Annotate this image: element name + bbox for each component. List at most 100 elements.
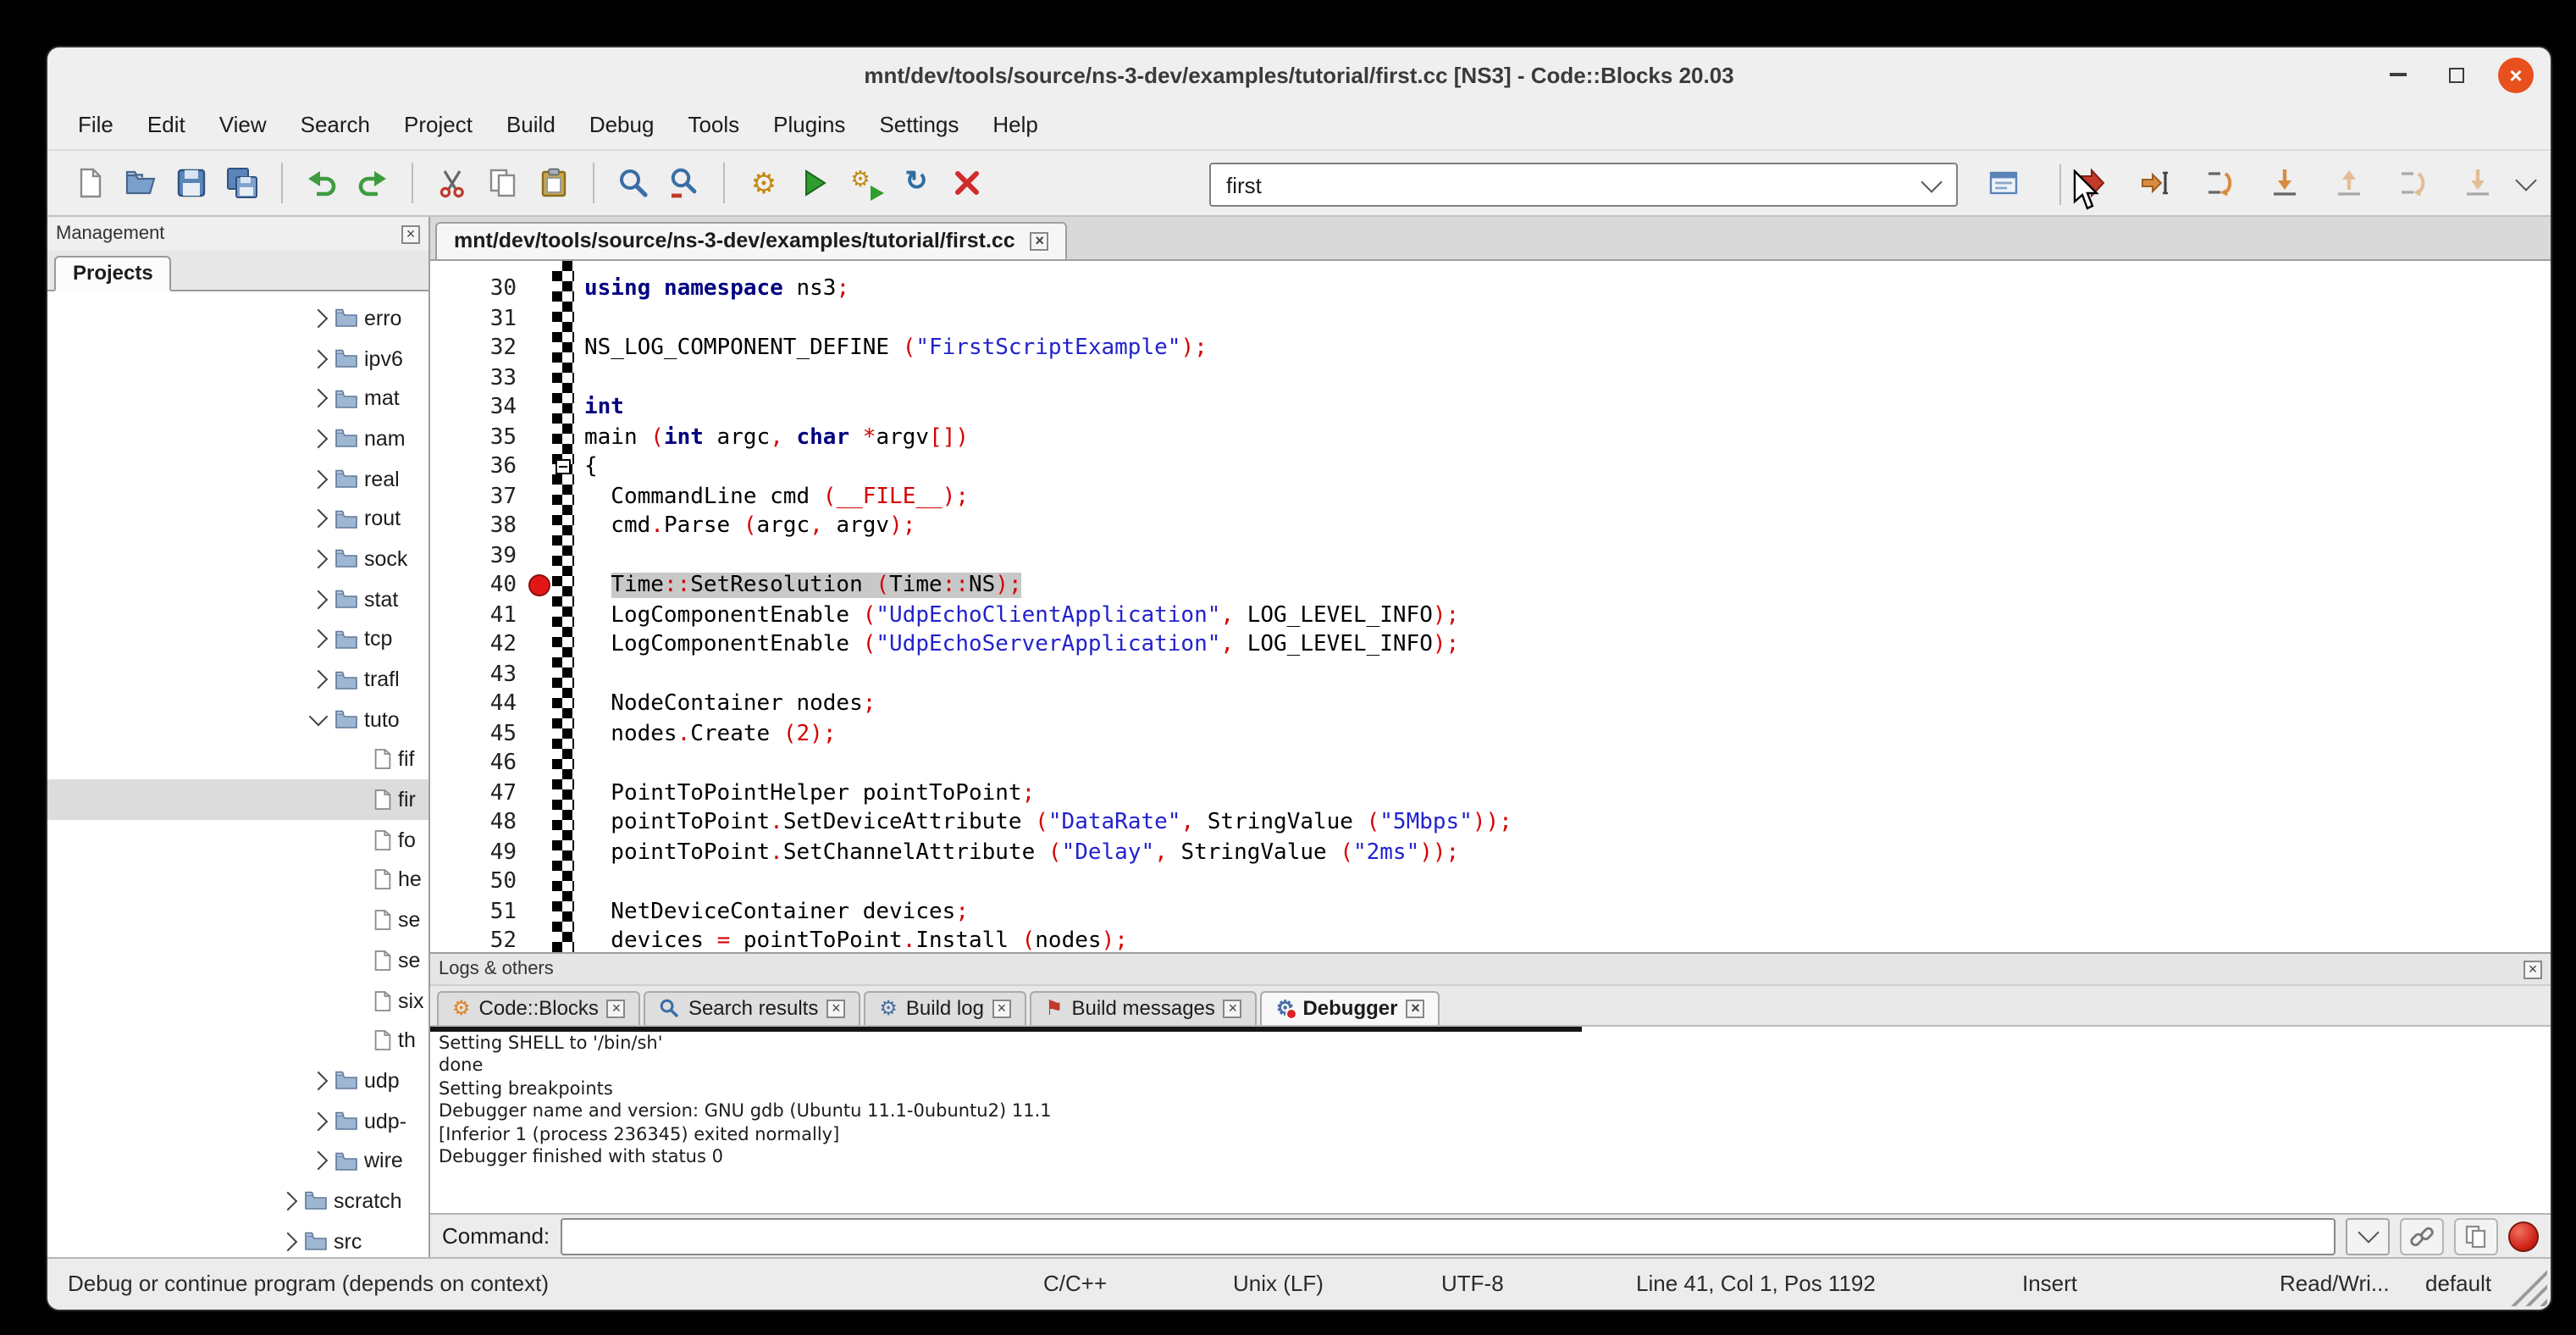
tree-item-six[interactable]: six (47, 980, 428, 1020)
chevron-right-icon[interactable] (309, 509, 329, 529)
close-tab-icon[interactable]: × (1031, 231, 1049, 250)
breakpoint-margin[interactable] (528, 660, 552, 690)
tree-item-fif[interactable]: fif (47, 740, 428, 779)
breakpoint-margin[interactable] (528, 808, 552, 838)
breakpoint-margin[interactable] (528, 630, 552, 660)
code-line-51[interactable]: 51 NetDeviceContainer devices; (430, 897, 2551, 927)
breakpoint-margin[interactable] (528, 452, 552, 482)
close-icon[interactable]: × (826, 999, 845, 1017)
minimize-button[interactable] (2380, 57, 2415, 92)
chevron-down-icon[interactable] (309, 707, 329, 727)
chevron-right-icon[interactable] (309, 389, 329, 408)
code-line-46[interactable]: 46 (430, 749, 2551, 778)
close-icon[interactable]: × (992, 999, 1011, 1017)
breakpoint-margin[interactable] (528, 838, 552, 867)
menu-view[interactable]: View (202, 102, 284, 149)
tree-item-he[interactable]: he (47, 860, 428, 900)
log-tab-build-messages[interactable]: ⚑Build messages× (1030, 991, 1258, 1025)
chevron-right-icon[interactable] (309, 1071, 329, 1090)
code-line-47[interactable]: 47 PointToPointHelper pointToPoint; (430, 778, 2551, 808)
fold-marker-icon[interactable] (556, 459, 571, 474)
next-line-button[interactable] (2195, 159, 2246, 207)
code-line-31[interactable]: 31 (430, 304, 2551, 334)
show-select-target-dialog-button[interactable] (1978, 159, 2029, 207)
open-file-button[interactable] (115, 159, 166, 207)
code-line-52[interactable]: 52 devices = pointToPoint.Install (nodes… (430, 927, 2551, 952)
code-line-41[interactable]: 41 LogComponentEnable ("UdpEchoClientApp… (430, 601, 2551, 630)
code-line-34[interactable]: 34int (430, 393, 2551, 423)
code-line-50[interactable]: 50 (430, 867, 2551, 897)
chevron-right-icon[interactable] (309, 1111, 329, 1131)
command-input[interactable] (560, 1217, 2336, 1255)
next-instruction-button[interactable] (2388, 159, 2439, 207)
tree-item-mat[interactable]: mat (47, 379, 428, 418)
tree-item-tcp[interactable]: tcp (47, 619, 428, 659)
code-line-42[interactable]: 42 LogComponentEnable ("UdpEchoServerApp… (430, 630, 2551, 660)
breakpoint-margin[interactable] (528, 512, 552, 541)
code-line-37[interactable]: 37 CommandLine cmd (__FILE__); (430, 482, 2551, 512)
code-line-36[interactable]: 36{ (430, 452, 2551, 482)
tree-item-stat[interactable]: stat (47, 579, 428, 619)
close-icon[interactable]: × (607, 999, 626, 1017)
tree-item-nam[interactable]: nam (47, 418, 428, 458)
log-tab-code-blocks[interactable]: ⚙Code::Blocks× (437, 991, 641, 1025)
chevron-right-icon[interactable] (309, 349, 329, 368)
menu-build[interactable]: Build (489, 102, 572, 149)
tree-item-ipv6[interactable]: ipv6 (47, 338, 428, 378)
menu-file[interactable]: File (61, 102, 130, 149)
toolbar-overflow-button[interactable] (2507, 159, 2544, 207)
menu-search[interactable]: Search (284, 102, 387, 149)
close-logs-button[interactable]: × (2523, 960, 2542, 978)
chevron-right-icon[interactable] (279, 1232, 298, 1251)
tree-item-erro[interactable]: erro (47, 298, 428, 338)
close-icon[interactable]: × (1406, 999, 1424, 1017)
chevron-right-icon[interactable] (309, 469, 329, 489)
code-line-39[interactable]: 39 (430, 541, 2551, 571)
chevron-right-icon[interactable] (309, 670, 329, 690)
breakpoint-margin[interactable] (528, 749, 552, 778)
tree-item-se[interactable]: se (47, 940, 428, 980)
tree-item-wire[interactable]: wire (47, 1141, 428, 1181)
tree-item-fo[interactable]: fo (47, 820, 428, 860)
tab-projects[interactable]: Projects (54, 256, 172, 291)
copy-log-button[interactable] (2454, 1217, 2498, 1255)
chevron-right-icon[interactable] (309, 550, 329, 569)
tree-item-src[interactable]: src (47, 1221, 428, 1257)
maximize-button[interactable] (2439, 57, 2474, 92)
code-line-38[interactable]: 38 cmd.Parse (argc, argv); (430, 512, 2551, 541)
rebuild-button[interactable]: ↻ (891, 159, 942, 207)
breakpoint-margin[interactable] (528, 304, 552, 334)
menu-edit[interactable]: Edit (130, 102, 202, 149)
code-line-35[interactable]: 35main (int argc, char *argv[]) (430, 423, 2551, 452)
chevron-right-icon[interactable] (309, 629, 329, 649)
step-into-instruction-button[interactable] (2452, 159, 2503, 207)
log-tab-build-log[interactable]: ⚙Build log× (864, 991, 1026, 1025)
chevron-right-icon[interactable] (309, 1151, 329, 1171)
stop-debugger-button[interactable] (2508, 1221, 2539, 1251)
step-into-button[interactable] (2259, 159, 2310, 207)
run-button[interactable] (789, 159, 840, 207)
editor-tab-first-cc[interactable]: mnt/dev/tools/source/ns-3-dev/examples/t… (435, 222, 1068, 259)
chevron-right-icon[interactable] (309, 308, 329, 328)
tree-item-fir[interactable]: fir (47, 780, 428, 820)
code-line-49[interactable]: 49 pointToPoint.SetChannelAttribute ("De… (430, 838, 2551, 867)
breakpoint-margin[interactable] (528, 927, 552, 952)
tree-item-scratch[interactable]: scratch (47, 1181, 428, 1221)
tree-item-th[interactable]: th (47, 1021, 428, 1061)
breakpoint-margin[interactable] (528, 867, 552, 897)
code-line-33[interactable]: 33 (430, 363, 2551, 393)
menu-tools[interactable]: Tools (671, 102, 756, 149)
step-out-button[interactable] (2324, 159, 2374, 207)
code-line-40[interactable]: 40 Time::SetResolution (Time::NS); (430, 571, 2551, 601)
copy-button[interactable] (478, 159, 528, 207)
code-line-30[interactable]: 30using namespace ns3; (430, 274, 2551, 304)
tree-item-sock[interactable]: sock (47, 539, 428, 579)
save-all-button[interactable] (217, 159, 268, 207)
breakpoint-margin[interactable] (528, 274, 552, 304)
log-tab-debugger[interactable]: ⚙Debugger× (1261, 991, 1440, 1025)
run-to-cursor-button[interactable] (2131, 159, 2181, 207)
chevron-right-icon[interactable] (279, 1192, 298, 1211)
new-file-button[interactable] (64, 159, 115, 207)
breakpoint-margin[interactable] (528, 897, 552, 927)
menu-plugins[interactable]: Plugins (756, 102, 862, 149)
